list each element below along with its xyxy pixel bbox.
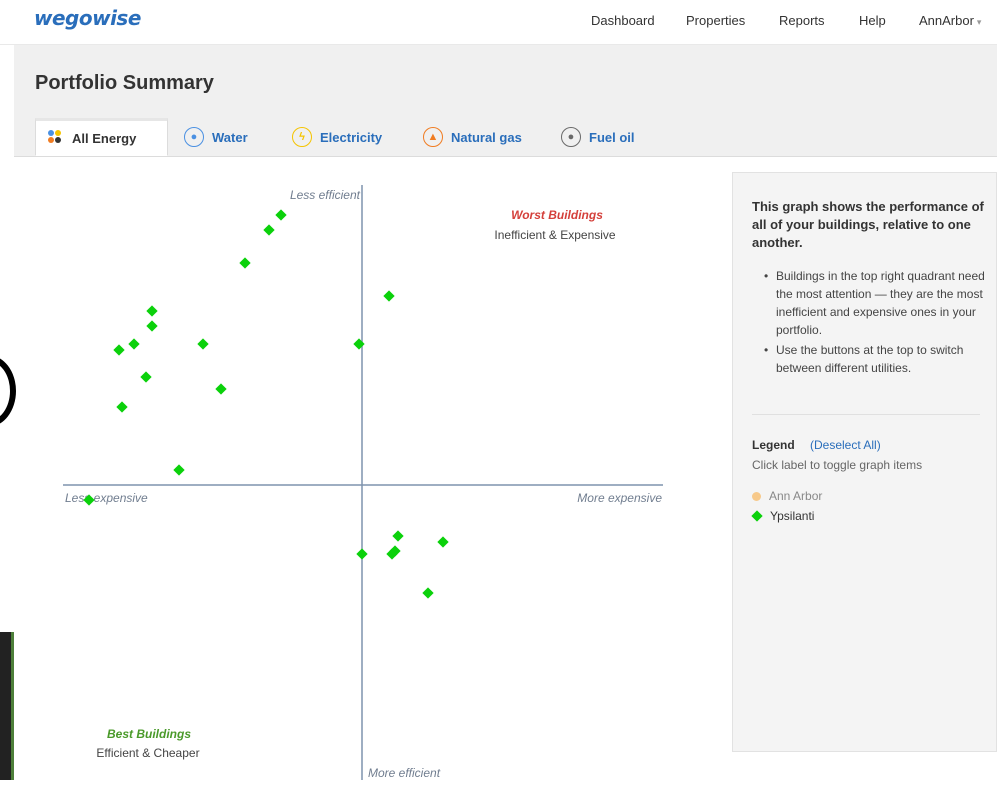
water-drop-icon: ●: [184, 127, 204, 147]
data-point[interactable]: [422, 587, 434, 599]
info-panel: This graph shows the performance of all …: [732, 172, 997, 752]
tab-label: All Energy: [72, 130, 137, 146]
data-point[interactable]: [215, 383, 227, 395]
decorative-edge-bar: [0, 632, 14, 780]
portfolio-scatter-chart: Less efficient More efficient Less expen…: [0, 157, 720, 780]
wegowise-logo[interactable]: wegowise: [34, 6, 141, 30]
data-point[interactable]: [263, 224, 275, 236]
data-points: [83, 209, 449, 599]
panel-bullet-list: Buildings in the top right quadrant need…: [752, 267, 992, 379]
account-menu[interactable]: AnnArbor ▾: [919, 13, 981, 28]
data-point[interactable]: [392, 530, 404, 542]
data-point[interactable]: [383, 290, 395, 302]
data-point[interactable]: [146, 320, 158, 332]
data-point[interactable]: [128, 338, 140, 350]
oil-drop-icon: ●: [561, 127, 581, 147]
nav-properties[interactable]: Properties: [686, 13, 745, 28]
axis-label-bottom: More efficient: [368, 766, 441, 780]
all-energy-icon: [46, 129, 64, 148]
legend-diamond-icon: [751, 510, 763, 522]
data-point[interactable]: [239, 257, 251, 269]
caret-down-icon: ▾: [976, 17, 982, 27]
deselect-all-link[interactable]: (Deselect All): [810, 438, 881, 452]
legend-label: Ann Arbor: [769, 489, 823, 503]
axis-label-right: More expensive: [577, 491, 662, 505]
lightning-bolt-icon: ϟ: [292, 127, 312, 147]
data-point[interactable]: [356, 548, 368, 560]
legend-item-ann-arbor[interactable]: Ann Arbor: [752, 489, 822, 503]
data-point[interactable]: [437, 536, 449, 548]
worst-buildings-subtitle: Inefficient & Expensive: [494, 228, 616, 242]
tab-label: Water: [212, 129, 248, 145]
data-point[interactable]: [140, 371, 152, 383]
data-point[interactable]: [173, 464, 185, 476]
tab-electricity[interactable]: ϟ Electricity: [282, 118, 392, 156]
tab-label: Natural gas: [451, 129, 522, 145]
nav-help[interactable]: Help: [859, 13, 886, 28]
best-buildings-title: Best Buildings: [107, 727, 191, 741]
panel-heading: This graph shows the performance of all …: [752, 199, 984, 250]
axis-label-top: Less efficient: [290, 188, 361, 202]
nav-reports[interactable]: Reports: [779, 13, 825, 28]
flame-icon: ▲: [423, 127, 443, 147]
legend-hint: Click label to toggle graph items: [752, 458, 923, 472]
divider: [752, 414, 980, 415]
legend-circle-icon: [752, 491, 761, 501]
best-buildings-subtitle: Efficient & Cheaper: [96, 746, 199, 760]
top-navigation-bar: wegowise Dashboard Properties Reports He…: [0, 0, 997, 45]
legend-label: Ypsilanti: [770, 509, 815, 523]
tab-all-energy[interactable]: All Energy: [35, 118, 168, 156]
axis-label-left: Less expensive: [65, 491, 148, 505]
panel-bullet: Use the buttons at the top to switch bet…: [752, 341, 992, 377]
data-point[interactable]: [197, 338, 209, 350]
legend-title: Legend: [752, 438, 795, 452]
data-point[interactable]: [113, 344, 125, 356]
tab-fuel-oil[interactable]: ● Fuel oil: [551, 118, 645, 156]
data-point[interactable]: [116, 401, 128, 413]
page-title: Portfolio Summary: [35, 72, 214, 94]
tab-natural-gas[interactable]: ▲ Natural gas: [413, 118, 532, 156]
data-point[interactable]: [146, 305, 158, 317]
account-name: AnnArbor: [919, 13, 974, 28]
nav-dashboard[interactable]: Dashboard: [591, 13, 655, 28]
tab-label: Electricity: [320, 129, 383, 145]
tab-label: Fuel oil: [589, 129, 635, 145]
tab-water[interactable]: ● Water: [174, 118, 258, 156]
legend-item-ypsilanti[interactable]: Ypsilanti: [751, 509, 815, 523]
worst-buildings-title: Worst Buildings: [511, 208, 603, 222]
panel-bullet: Buildings in the top right quadrant need…: [752, 267, 992, 339]
data-point[interactable]: [275, 209, 287, 221]
scatter-plot-svg: Less efficient More efficient Less expen…: [63, 185, 663, 780]
data-point[interactable]: [353, 338, 365, 350]
